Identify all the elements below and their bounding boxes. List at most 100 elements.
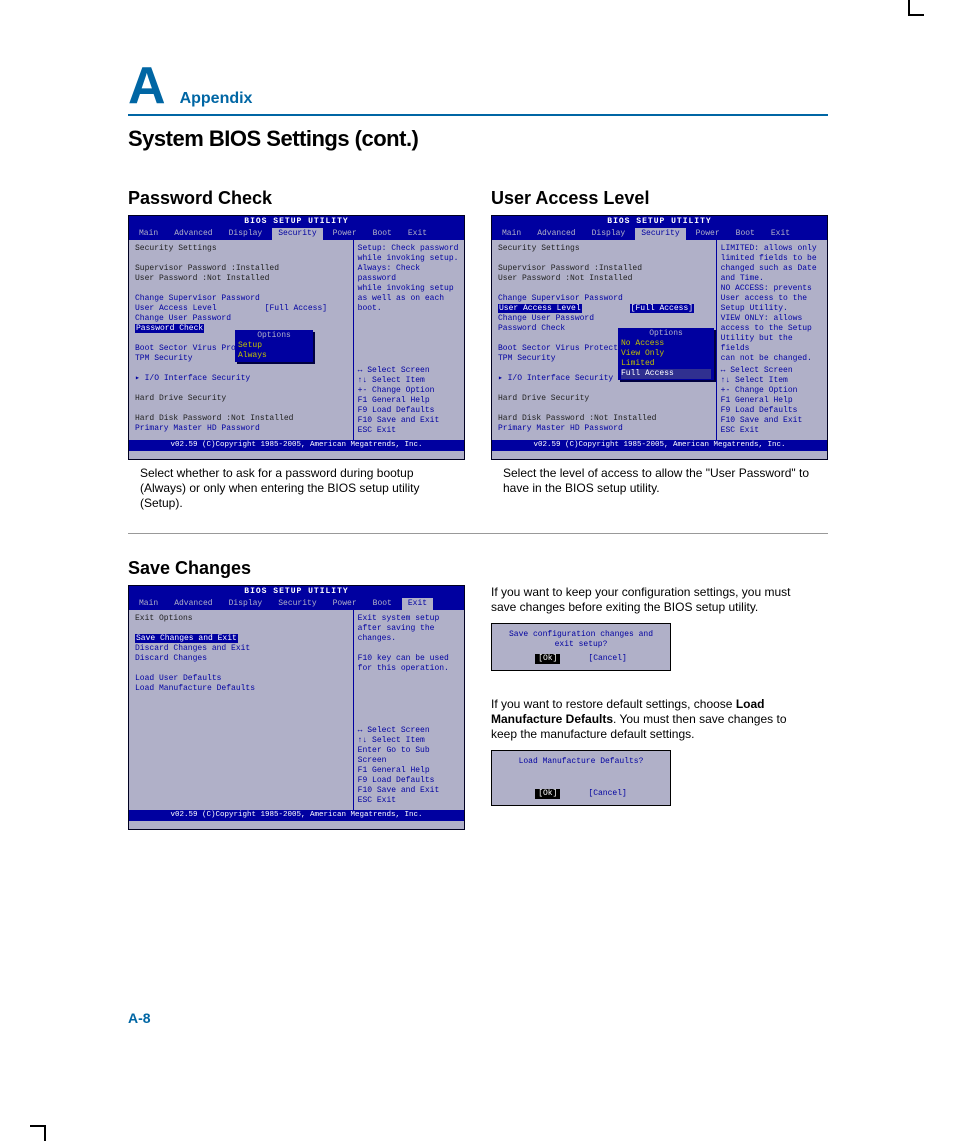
page-number: A-8 xyxy=(128,1010,151,1026)
line: User Password :Not Installed xyxy=(498,274,712,284)
line: User Access Level [Full Access] xyxy=(135,304,349,314)
save-changes-text: If you want to keep your configuration s… xyxy=(491,585,803,830)
options-popup: Options No Access View Only Limited Full… xyxy=(618,328,714,380)
line: Supervisor Password :Installed xyxy=(498,264,712,274)
popup-option: Always xyxy=(238,351,310,361)
tab-boot: Boot xyxy=(730,228,761,240)
crop-mark-bottom xyxy=(30,1125,46,1141)
line: Hard Drive Security xyxy=(135,394,349,404)
popup-option: No Access xyxy=(621,339,711,349)
tab-exit: Exit xyxy=(765,228,796,240)
tab-exit: Exit xyxy=(402,598,433,610)
tab-main: Main xyxy=(133,228,164,240)
section-heading: Security Settings xyxy=(498,244,712,254)
save-changes-block: BIOS SETUP UTILITY Main Advanced Display… xyxy=(128,585,465,830)
tab-security: Security xyxy=(272,228,322,240)
popup-head: Options xyxy=(238,331,310,341)
save-confirm-dialog: Save configuration changes and exit setu… xyxy=(491,623,671,671)
line-selected: Save Changes and Exit xyxy=(135,634,349,644)
popup-option: Limited xyxy=(621,359,711,369)
line: Change User Password xyxy=(498,314,712,324)
tab-main: Main xyxy=(133,598,164,610)
tab-boot: Boot xyxy=(367,228,398,240)
user-access-caption: Select the level of access to allow the … xyxy=(491,466,828,496)
ok-button: [Ok] xyxy=(535,789,560,799)
line: Primary Master HD Password xyxy=(135,424,349,434)
dialog-text: Save configuration changes and exit setu… xyxy=(498,630,664,650)
popup-option: Setup xyxy=(238,341,310,351)
password-check-title: Password Check xyxy=(128,188,465,209)
tab-display: Display xyxy=(586,228,632,240)
section-heading: Exit Options xyxy=(135,614,349,624)
line: Load User Defaults xyxy=(135,674,349,684)
password-check-block: Password Check BIOS SETUP UTILITY Main A… xyxy=(128,188,465,511)
user-access-block: User Access Level BIOS SETUP UTILITY Mai… xyxy=(491,188,828,511)
save-changes-para1: If you want to keep your configuration s… xyxy=(491,585,803,615)
divider xyxy=(128,533,828,534)
tab-exit: Exit xyxy=(402,228,433,240)
crop-mark-top xyxy=(908,0,924,16)
tab-display: Display xyxy=(223,228,269,240)
line: Supervisor Password :Installed xyxy=(135,264,349,274)
save-changes-title: Save Changes xyxy=(128,558,828,579)
tab-power: Power xyxy=(690,228,726,240)
line: ▸ I/O Interface Security xyxy=(135,374,349,384)
cancel-button: [Cancel] xyxy=(588,654,626,664)
help-text: LIMITED: allows only limited fields to b… xyxy=(721,244,823,364)
appendix-letter: A xyxy=(128,60,166,112)
save-changes-para2: If you want to restore default settings,… xyxy=(491,697,803,742)
cancel-button: [Cancel] xyxy=(588,789,626,799)
popup-option: View Only xyxy=(621,349,711,359)
key-help: ↔ Select Screen ↑↓ Select Item Enter Go … xyxy=(358,726,460,806)
bios-tabs: Main Advanced Display Security Power Boo… xyxy=(492,228,827,240)
bios-footer: v02.59 (C)Copyright 1985-2005, American … xyxy=(129,440,464,451)
help-text: Setup: Check password while invoking set… xyxy=(358,244,460,314)
line: Hard Drive Security xyxy=(498,394,712,404)
page-title: System BIOS Settings (cont.) xyxy=(128,126,828,152)
tab-security: Security xyxy=(272,598,322,610)
line: Primary Master HD Password xyxy=(498,424,712,434)
line: Discard Changes and Exit xyxy=(135,644,349,654)
dialog-text: Load Manufacture Defaults? xyxy=(498,757,664,767)
tab-power: Power xyxy=(327,228,363,240)
appendix-header: A Appendix xyxy=(128,60,828,116)
popup-head: Options xyxy=(621,329,711,339)
bios-screenshot-save: BIOS SETUP UTILITY Main Advanced Display… xyxy=(128,585,465,830)
user-access-title: User Access Level xyxy=(491,188,828,209)
section-heading: Security Settings xyxy=(135,244,349,254)
bios-screenshot-password: BIOS SETUP UTILITY Main Advanced Display… xyxy=(128,215,465,460)
tab-display: Display xyxy=(223,598,269,610)
ok-button: [Ok] xyxy=(535,654,560,664)
tab-advanced: Advanced xyxy=(531,228,581,240)
appendix-label: Appendix xyxy=(180,90,253,108)
bios-tabs: Main Advanced Display Security Power Boo… xyxy=(129,228,464,240)
bios-tabs: Main Advanced Display Security Power Boo… xyxy=(129,598,464,610)
line: Change Supervisor Password xyxy=(498,294,712,304)
bios-screenshot-access: BIOS SETUP UTILITY Main Advanced Display… xyxy=(491,215,828,460)
password-check-caption: Select whether to ask for a password dur… xyxy=(128,466,465,511)
key-help: ↔ Select Screen ↑↓ Select Item +- Change… xyxy=(721,366,823,436)
bios-title: BIOS SETUP UTILITY xyxy=(129,586,464,598)
tab-boot: Boot xyxy=(367,598,398,610)
options-popup: Options Setup Always xyxy=(235,330,313,362)
tab-security: Security xyxy=(635,228,685,240)
load-defaults-dialog: Load Manufacture Defaults? [Ok] [Cancel] xyxy=(491,750,671,806)
line: Discard Changes xyxy=(135,654,349,664)
tab-main: Main xyxy=(496,228,527,240)
line: Change Supervisor Password xyxy=(135,294,349,304)
line: Load Manufacture Defaults xyxy=(135,684,349,694)
tab-advanced: Advanced xyxy=(168,228,218,240)
line: Hard Disk Password :Not Installed xyxy=(135,414,349,424)
line: Change User Password xyxy=(135,314,349,324)
bios-footer: v02.59 (C)Copyright 1985-2005, American … xyxy=(492,440,827,451)
key-help: ↔ Select Screen ↑↓ Select Item +- Change… xyxy=(358,366,460,436)
bios-title: BIOS SETUP UTILITY xyxy=(129,216,464,228)
line-selected: User Access Level [Full Access] xyxy=(498,304,712,314)
page-content: A Appendix System BIOS Settings (cont.) … xyxy=(128,60,828,830)
line: Hard Disk Password :Not Installed xyxy=(498,414,712,424)
bios-title: BIOS SETUP UTILITY xyxy=(492,216,827,228)
line: User Password :Not Installed xyxy=(135,274,349,284)
tab-advanced: Advanced xyxy=(168,598,218,610)
tab-power: Power xyxy=(327,598,363,610)
help-text: Exit system setup after saving the chang… xyxy=(358,614,460,674)
